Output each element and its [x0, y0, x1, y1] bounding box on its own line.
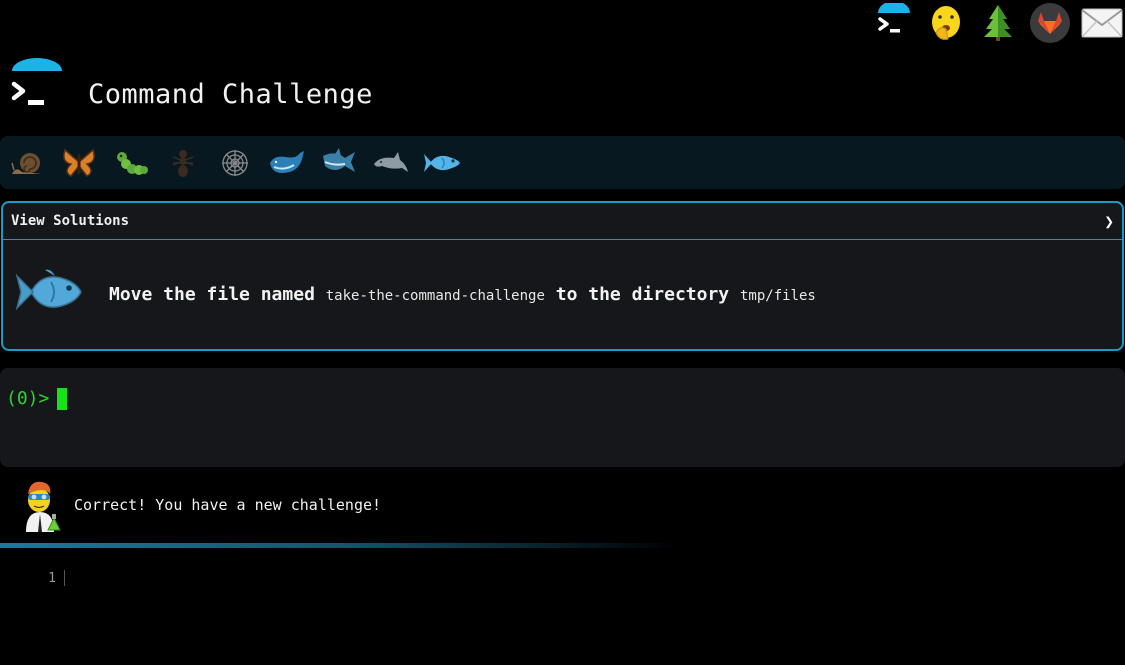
terminal-cursor: [57, 388, 68, 410]
shark-icon[interactable]: [320, 144, 358, 182]
task-directory: tmp/files: [739, 287, 816, 304]
terminal-input[interactable]: (0)>: [0, 368, 1125, 467]
scientist-avatar-icon: [16, 478, 64, 532]
shushing-face-icon[interactable]: [925, 2, 967, 44]
spider-web-icon[interactable]: [216, 144, 254, 182]
line-gutter: [64, 570, 65, 586]
whale-icon[interactable]: [268, 144, 306, 182]
task-prefix: Move the file named: [109, 283, 315, 305]
feedback-area: Correct! You have a new challenge!: [16, 478, 381, 532]
line-number: 1: [48, 570, 56, 586]
challenge-task: Move the file named take-the-command-cha…: [109, 284, 816, 305]
view-solutions-toggle[interactable]: View Solutions ❯: [3, 203, 1122, 240]
snail-icon[interactable]: [8, 144, 46, 182]
butterfly-icon[interactable]: [60, 144, 98, 182]
fish-icon: [15, 264, 87, 324]
challenge-panel: View Solutions ❯ Move the file named tak…: [1, 201, 1124, 351]
ant-icon[interactable]: [164, 144, 202, 182]
fish-icon[interactable]: [424, 144, 462, 182]
task-filename: take-the-command-challenge: [325, 287, 545, 304]
tree-icon[interactable]: [977, 2, 1019, 44]
terminal-icon[interactable]: [873, 2, 915, 44]
task-middle: to the directory: [555, 283, 730, 305]
caterpillar-icon[interactable]: [112, 144, 150, 182]
divider: [0, 543, 680, 548]
mail-icon[interactable]: [1081, 2, 1123, 44]
view-solutions-label: View Solutions: [11, 213, 130, 229]
chevron-right-icon: ❯: [1104, 211, 1114, 231]
editor[interactable]: 1: [0, 566, 400, 590]
level-bar: [0, 136, 1125, 189]
challenge-body: Move the file named take-the-command-cha…: [3, 240, 1122, 348]
terminal-prompt: (0)>: [6, 388, 50, 409]
top-icon-bar: [873, 2, 1123, 44]
page-title: Command Challenge: [88, 78, 373, 110]
dolphin-icon[interactable]: [372, 144, 410, 182]
feedback-message: Correct! You have a new challenge!: [74, 496, 382, 514]
header: Command Challenge: [10, 58, 373, 112]
gitlab-icon[interactable]: [1029, 2, 1071, 44]
logo-terminal-icon: [10, 58, 64, 112]
